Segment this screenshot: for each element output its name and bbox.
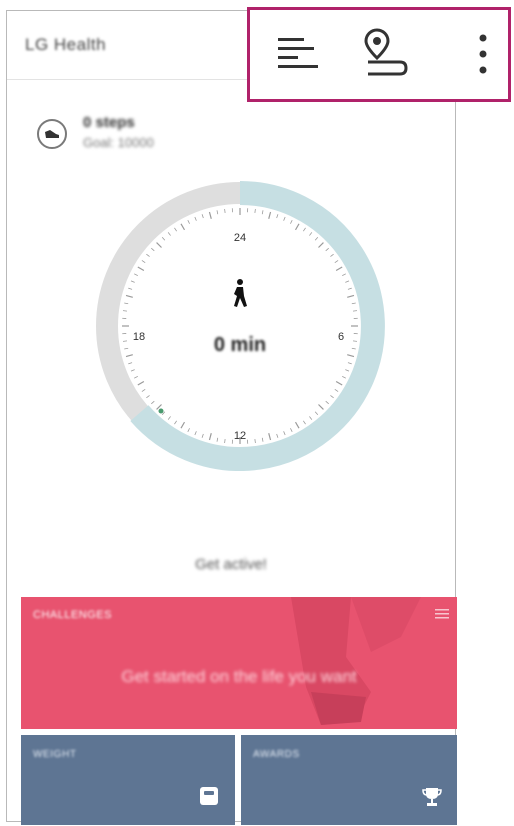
app-title: LG Health [25, 35, 107, 54]
hour-label-left: 18 [133, 331, 145, 343]
dial-tick [254, 438, 256, 444]
walking-shoe-icon [37, 119, 67, 149]
steps-count: 0 steps [83, 114, 135, 131]
dial-tick [254, 208, 256, 214]
dial-tick [352, 310, 358, 312]
challenges-text: Get started on the life you want [121, 667, 357, 686]
activity-dial: 24 6 12 18 0 min [96, 181, 385, 471]
scale-icon [199, 786, 219, 811]
weight-tile-label: WEIGHT [33, 749, 77, 760]
location-pin-icon[interactable] [362, 28, 412, 87]
more-vert-icon[interactable] [478, 32, 488, 83]
dial-tick [224, 208, 226, 214]
hour-label-top: 24 [234, 232, 246, 244]
phone-screen: LG Health 0 steps Goal: 10000 24 6 12 18… [6, 10, 457, 825]
dial-marker [158, 408, 164, 414]
challenges-card[interactable]: CHALLENGES Get started on the life you w… [21, 597, 457, 729]
awards-tile-label: AWARDS [253, 749, 300, 760]
trophy-icon [421, 786, 443, 813]
toolbar-callout [247, 7, 511, 102]
dial-tick [122, 340, 128, 342]
steps-goal: Goal: 10000 [83, 135, 154, 150]
dial-tick [352, 340, 358, 342]
status-message: Get active! [195, 556, 267, 573]
active-minutes: 0 min [214, 334, 266, 356]
weight-tile[interactable]: WEIGHT [21, 735, 235, 825]
hour-label-right: 6 [338, 331, 344, 343]
summary-list-icon[interactable] [276, 36, 324, 83]
dial-tick [122, 310, 128, 312]
challenges-menu-icon[interactable] [435, 607, 449, 625]
challenges-label: CHALLENGES [33, 609, 112, 621]
dial-tick [224, 438, 226, 444]
awards-tile[interactable]: AWARDS [241, 735, 457, 825]
hour-label-bottom: 12 [234, 430, 246, 442]
